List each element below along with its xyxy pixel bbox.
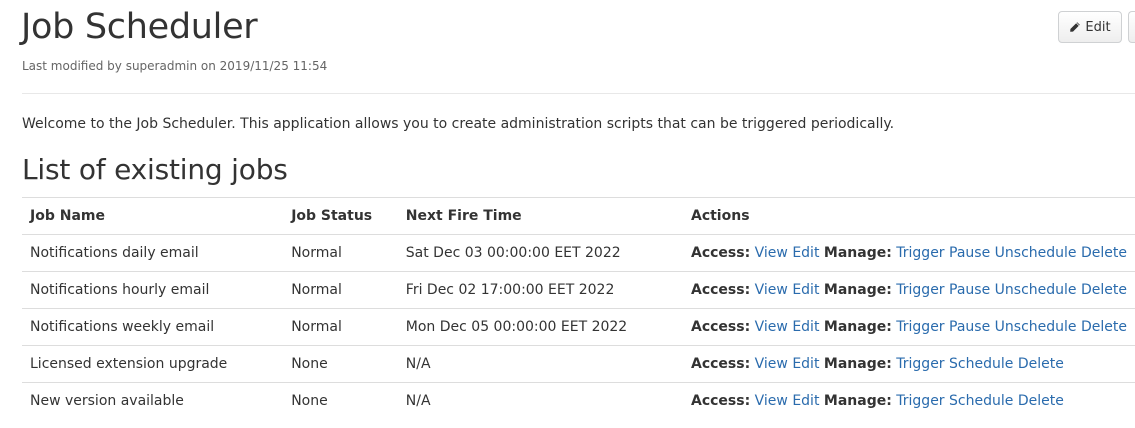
view-link[interactable]: View xyxy=(755,393,788,409)
pause-link[interactable]: Pause xyxy=(949,282,990,298)
next-fire-time: N/A xyxy=(397,382,683,419)
job-actions: Access: View Edit Manage: Trigger Schedu… xyxy=(682,345,1135,383)
edit-button[interactable]: Edit xyxy=(1058,11,1122,43)
trigger-link[interactable]: Trigger xyxy=(896,393,944,409)
edit-link[interactable]: Edit xyxy=(792,356,819,372)
next-fire-time: Fri Dec 02 17:00:00 EET 2022 xyxy=(397,271,683,309)
table-row: Notifications hourly email Normal Fri Dec … xyxy=(22,271,1135,309)
table-row: Licensed extension upgrade None N/A Access:… xyxy=(22,345,1135,383)
unschedule-link[interactable]: Unschedule xyxy=(995,319,1077,335)
next-fire-time: Sat Dec 03 00:00:00 EET 2022 xyxy=(397,234,683,272)
job-actions: Access: View Edit Manage: Trigger Pause … xyxy=(682,308,1135,346)
delete-link[interactable]: Delete xyxy=(1081,245,1127,261)
column-header-job-name: Job Name xyxy=(22,197,284,235)
job-actions: Access: View Edit Manage: Trigger Pause … xyxy=(682,271,1135,309)
access-label: Access: xyxy=(690,245,751,261)
delete-link[interactable]: Delete xyxy=(1018,393,1064,409)
manage-label: Manage: xyxy=(823,319,892,335)
jobs-table-body: Notifications daily email Normal Sat Dec 0… xyxy=(22,234,1135,419)
more-actions-button[interactable] xyxy=(1128,11,1135,43)
manage-label: Manage: xyxy=(823,356,892,372)
job-status: None xyxy=(283,345,398,383)
schedule-link[interactable]: Schedule xyxy=(949,356,1013,372)
table-row: Notifications weekly email Normal Mon Dec … xyxy=(22,308,1135,346)
access-label: Access: xyxy=(690,319,751,335)
view-link[interactable]: View xyxy=(755,245,788,261)
view-link[interactable]: View xyxy=(755,356,788,372)
table-row: New version available None N/A Access: View… xyxy=(22,382,1135,419)
pencil-icon xyxy=(1069,21,1081,33)
trigger-link[interactable]: Trigger xyxy=(896,282,944,298)
job-actions: Access: View Edit Manage: Trigger Pause … xyxy=(682,234,1135,272)
column-header-next-fire-time: Next Fire Time xyxy=(397,197,683,235)
job-name: New version available xyxy=(22,382,284,419)
job-status: Normal xyxy=(283,271,398,309)
job-status: Normal xyxy=(283,308,398,346)
access-label: Access: xyxy=(690,393,751,409)
column-header-actions: Actions xyxy=(682,197,1135,235)
delete-link[interactable]: Delete xyxy=(1081,319,1127,335)
next-fire-time: N/A xyxy=(397,345,683,383)
unschedule-link[interactable]: Unschedule xyxy=(995,245,1077,261)
job-name: Notifications weekly email xyxy=(22,308,284,346)
pause-link[interactable]: Pause xyxy=(949,245,990,261)
job-name: Licensed extension upgrade xyxy=(22,345,284,383)
job-name: Notifications daily email xyxy=(22,234,284,272)
manage-label: Manage: xyxy=(823,393,892,409)
view-link[interactable]: View xyxy=(755,282,788,298)
table-header-row: Job Name Job Status Next Fire Time Actio… xyxy=(22,197,1135,235)
edit-link[interactable]: Edit xyxy=(792,245,819,261)
manage-label: Manage: xyxy=(823,282,892,298)
job-status: Normal xyxy=(283,234,398,272)
unschedule-link[interactable]: Unschedule xyxy=(995,282,1077,298)
trigger-link[interactable]: Trigger xyxy=(896,245,944,261)
manage-label: Manage: xyxy=(823,245,892,261)
table-row: Notifications daily email Normal Sat Dec 0… xyxy=(22,234,1135,272)
page-title: Job Scheduler xyxy=(21,7,258,47)
next-fire-time: Mon Dec 05 00:00:00 EET 2022 xyxy=(397,308,683,346)
edit-button-label: Edit xyxy=(1085,19,1111,35)
schedule-link[interactable]: Schedule xyxy=(949,393,1013,409)
section-title: List of existing jobs xyxy=(22,153,288,186)
page: Job Scheduler Last modified by superadmi… xyxy=(0,0,1135,428)
trigger-link[interactable]: Trigger xyxy=(896,356,944,372)
job-actions: Access: View Edit Manage: Trigger Schedu… xyxy=(682,382,1135,419)
access-label: Access: xyxy=(690,356,751,372)
column-header-job-status: Job Status xyxy=(283,197,398,235)
trigger-link[interactable]: Trigger xyxy=(896,319,944,335)
edit-link[interactable]: Edit xyxy=(792,393,819,409)
pause-link[interactable]: Pause xyxy=(949,319,990,335)
job-name: Notifications hourly email xyxy=(22,271,284,309)
last-modified-info: Last modified by superadmin on 2019/11/2… xyxy=(22,59,328,73)
jobs-table: Job Name Job Status Next Fire Time Actio… xyxy=(22,197,1135,419)
job-status: None xyxy=(283,382,398,419)
intro-text: Welcome to the Job Scheduler. This appli… xyxy=(22,116,895,132)
access-label: Access: xyxy=(690,282,751,298)
delete-link[interactable]: Delete xyxy=(1018,356,1064,372)
view-link[interactable]: View xyxy=(755,319,788,335)
header-divider xyxy=(22,93,1135,94)
delete-link[interactable]: Delete xyxy=(1081,282,1127,298)
edit-link[interactable]: Edit xyxy=(792,319,819,335)
edit-link[interactable]: Edit xyxy=(792,282,819,298)
